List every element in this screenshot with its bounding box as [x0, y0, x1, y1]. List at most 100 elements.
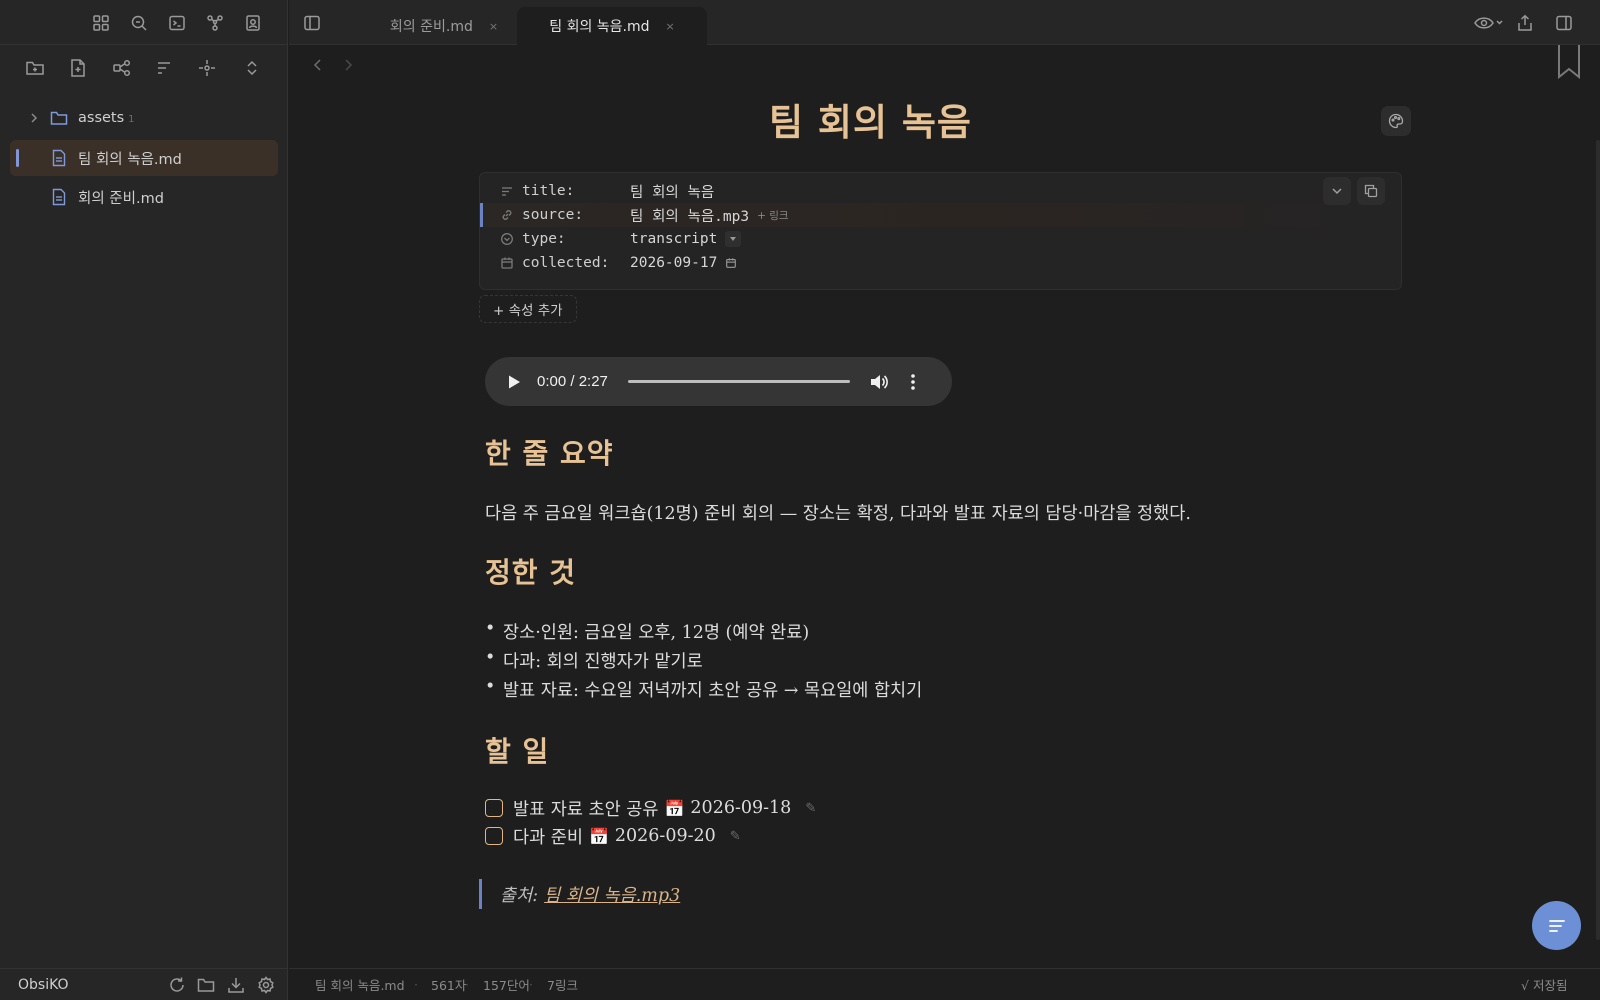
tab-close-icon[interactable]: × — [489, 20, 498, 33]
task-due-date: 2026-09-18 — [690, 798, 792, 818]
property-key: title: — [522, 183, 575, 199]
tree-item-count: 1 — [128, 114, 135, 125]
property-value[interactable]: 팀 회의 녹음 — [630, 181, 714, 202]
tab-meeting-recording[interactable]: 팀 회의 녹음.md × — [517, 7, 707, 45]
property-row-type[interactable]: type: transcript — [480, 227, 1401, 251]
sidebar-footer: ObsiKO — [0, 968, 288, 1000]
volume-icon[interactable] — [869, 373, 889, 391]
tab-close-icon[interactable]: × — [666, 20, 675, 33]
editor-pane: 회의 준비.md × 팀 회의 녹음.md × 팀 회의 녹음 title: 팀… — [289, 0, 1600, 1000]
tree-item-label: 팀 회의 녹음.md — [78, 151, 182, 168]
pencil-icon[interactable]: ✎ — [730, 829, 741, 844]
tab-label: 팀 회의 녹음.md — [549, 19, 650, 35]
property-row-title[interactable]: title: 팀 회의 녹음 — [480, 179, 1401, 203]
file-explorer-toolbar — [0, 50, 288, 86]
bookmark-icon[interactable] — [1556, 45, 1582, 79]
status-bar: 팀 회의 녹음.md · 561자 · 157단어 · 7링크 √ 저장됨 — [289, 968, 1600, 1000]
link-icon — [500, 208, 514, 222]
list-item-text: 다과: 회의 진행자가 맡기로 — [503, 652, 703, 672]
reading-view-eye-icon[interactable] — [1469, 10, 1509, 36]
tab-meeting-prep[interactable]: 회의 준비.md × — [349, 7, 539, 45]
palette-icon[interactable] — [1381, 106, 1411, 136]
terminal-icon[interactable] — [164, 10, 190, 36]
tree-item-label: 회의 준비.md — [78, 190, 164, 207]
bullet-marker: • — [485, 677, 496, 697]
expand-collapse-icon[interactable] — [238, 54, 266, 82]
status-char-count: 561자 — [431, 978, 467, 993]
add-property-button[interactable]: + 속성 추가 — [479, 295, 577, 323]
refresh-icon[interactable] — [166, 974, 188, 996]
task-text: 다과 준비 — [513, 827, 583, 848]
copy-icon[interactable] — [1357, 177, 1385, 205]
contact-card-icon[interactable] — [240, 10, 266, 36]
new-note-icon[interactable] — [64, 54, 92, 82]
property-value[interactable]: 2026-09-17 — [630, 255, 717, 271]
new-folder-icon[interactable] — [21, 54, 49, 82]
sort-icon[interactable] — [150, 54, 178, 82]
layout-grid-icon[interactable] — [88, 10, 114, 36]
share-icon[interactable] — [1512, 10, 1538, 36]
forward-arrow-icon[interactable] — [337, 54, 359, 76]
property-value[interactable]: transcript — [630, 231, 717, 247]
task-item: 발표 자료 초안 공유 📅 2026-09-18 ✎ — [485, 796, 816, 820]
tree-file-meeting-recording[interactable]: 팀 회의 녹음.md — [10, 140, 278, 176]
task-checkbox[interactable] — [485, 827, 503, 845]
scrollbar[interactable] — [1596, 140, 1600, 940]
source-blockquote: 출처: 팀 회의 녹음.mp3 — [479, 879, 680, 909]
properties-panel: title: 팀 회의 녹음 source: 팀 회의 녹음.mp3 + 링크 … — [479, 172, 1402, 290]
more-options-icon[interactable] — [910, 373, 916, 391]
collapse-properties-icon[interactable] — [1323, 177, 1351, 205]
graph-nodes-icon[interactable] — [108, 54, 136, 82]
property-value[interactable]: 팀 회의 녹음.mp3 — [630, 205, 749, 226]
file-icon — [51, 149, 67, 167]
page-title[interactable]: 팀 회의 녹음 — [769, 92, 972, 146]
circle-chevron-icon — [500, 232, 514, 246]
folder-open-icon[interactable] — [195, 974, 217, 996]
sidebar-ribbon — [0, 0, 288, 45]
task-checkbox[interactable] — [485, 799, 503, 817]
sidebar-toggle-icon[interactable] — [299, 10, 325, 36]
audio-seek-slider[interactable] — [628, 380, 850, 383]
bullet-marker: • — [485, 648, 496, 668]
calendar-icon — [500, 256, 514, 270]
status-link-count: 7링크 — [547, 978, 578, 993]
locate-icon[interactable] — [193, 54, 221, 82]
heading-summary: 한 줄 요약 — [485, 437, 614, 470]
download-icon[interactable] — [225, 974, 247, 996]
dropdown-chevron-icon[interactable] — [725, 231, 742, 247]
list-item: • 발표 자료: 수요일 저녁까지 초안 공유 → 목요일에 합치기 — [485, 677, 922, 702]
source-internal-link[interactable]: 팀 회의 녹음.mp3 — [544, 882, 680, 907]
add-link-button[interactable]: + 링크 — [757, 208, 788, 223]
right-sidebar-toggle-icon[interactable] — [1551, 10, 1577, 36]
property-row-collected[interactable]: collected: 2026-09-17 — [480, 251, 1401, 275]
play-icon[interactable] — [507, 374, 521, 390]
tree-folder-assets[interactable]: assets 1 — [10, 100, 278, 136]
property-row-source[interactable]: source: 팀 회의 녹음.mp3 + 링크 — [480, 203, 1401, 227]
active-indicator — [16, 149, 19, 167]
pencil-icon[interactable]: ✎ — [805, 801, 816, 816]
text-lines-icon — [500, 184, 514, 198]
outline-button[interactable] — [1532, 901, 1581, 950]
summary-paragraph: 다음 주 금요일 워크숍(12명) 준비 회의 — 장소는 확정, 다과와 발표… — [485, 504, 1191, 524]
settings-gear-icon[interactable] — [255, 974, 277, 996]
back-arrow-icon[interactable] — [307, 54, 329, 76]
folder-icon — [50, 110, 68, 126]
chevron-right-icon[interactable] — [28, 112, 40, 124]
left-sidebar: assets 1 팀 회의 녹음.md 회의 준비.md ObsiKO — [0, 0, 288, 1000]
bullet-marker: • — [485, 619, 496, 639]
outline-list-icon — [1548, 919, 1565, 932]
list-item: • 장소·인원: 금요일 오후, 12명 (예약 완료) — [485, 619, 809, 644]
date-picker-icon[interactable] — [725, 257, 737, 269]
heading-todo: 할 일 — [485, 735, 550, 768]
selection-indicator — [480, 203, 483, 227]
status-filename: 팀 회의 녹음.md — [315, 978, 405, 993]
task-due-date: 2026-09-20 — [614, 826, 716, 846]
tab-bar: 회의 준비.md × 팀 회의 녹음.md × — [289, 0, 1600, 45]
tree-file-meeting-prep[interactable]: 회의 준비.md — [10, 179, 278, 215]
list-item-text: 장소·인원: 금요일 오후, 12명 (예약 완료) — [503, 623, 810, 643]
graph-icon[interactable] — [202, 10, 228, 36]
heading-decided: 정한 것 — [485, 556, 577, 589]
vault-switcher[interactable]: ObsiKO — [18, 977, 69, 993]
file-icon — [51, 188, 67, 206]
search-icon[interactable] — [126, 10, 152, 36]
